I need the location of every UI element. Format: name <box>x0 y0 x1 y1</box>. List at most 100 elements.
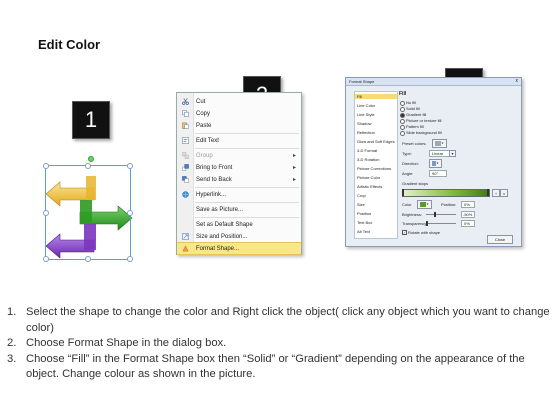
resize-handle[interactable] <box>85 163 91 169</box>
position-input[interactable]: 0% <box>461 201 475 208</box>
sidebar-item-alt-text[interactable]: Alt Text <box>357 229 370 234</box>
resize-handle[interactable] <box>127 210 133 216</box>
sidebar-item-shadow[interactable]: Shadow <box>357 121 371 126</box>
step-number: 3. <box>7 352 17 365</box>
menu-separator <box>195 148 299 149</box>
brightness-input[interactable]: -50% <box>461 211 475 218</box>
menu-item-set-default-shape[interactable]: Set as Default Shape <box>177 219 301 230</box>
radio-gradient-fill[interactable] <box>400 113 405 118</box>
menu-item-label: Hyperlink... <box>196 191 227 198</box>
type-value: Linear <box>432 151 444 156</box>
radio-label: Gradient fill <box>406 112 427 117</box>
selected-shape-group[interactable] <box>36 156 142 264</box>
send-to-back-icon <box>181 176 189 183</box>
rotate-label: Rotate with shape <box>408 230 441 235</box>
dialog-sidebar: Fill Line Color Line Style Shadow Reflec… <box>354 91 398 239</box>
angle-input[interactable]: 90° <box>429 170 447 177</box>
resize-handle[interactable] <box>127 163 133 169</box>
sidebar-item-glow[interactable]: Glow and Soft Edges <box>357 139 395 144</box>
menu-item-label: Paste <box>196 122 212 129</box>
menu-item-label: Edit Text <box>196 137 219 144</box>
menu-item-edit-text[interactable]: Edit Text <box>177 135 301 146</box>
radio-no-fill[interactable] <box>400 101 405 106</box>
resize-handle[interactable] <box>85 256 91 262</box>
paste-icon <box>181 122 189 129</box>
radio-slide-background-fill[interactable] <box>400 131 405 136</box>
menu-item-cut[interactable]: Cut <box>177 96 301 107</box>
menu-separator <box>195 202 299 203</box>
paint-bucket-icon <box>420 202 429 207</box>
rotation-handle[interactable] <box>88 156 94 162</box>
resize-handle[interactable] <box>43 163 49 169</box>
sidebar-item-text-box[interactable]: Text Box <box>357 220 372 225</box>
menu-item-save-as-picture[interactable]: Save as Picture... <box>177 204 301 215</box>
instruction-step: 1. Select the shape to change the color … <box>7 305 555 336</box>
menu-item-copy[interactable]: Copy <box>177 108 301 119</box>
radio-picture-fill[interactable] <box>400 119 405 124</box>
angle-value: 90° <box>432 171 439 176</box>
preset-colors-dropdown[interactable] <box>432 139 447 148</box>
menu-item-group[interactable]: Group ▸ <box>177 150 301 161</box>
submenu-arrow-icon: ▸ <box>292 153 296 159</box>
menu-item-send-to-back[interactable]: Send to Back ▸ <box>177 174 301 185</box>
close-icon[interactable]: x <box>516 78 519 84</box>
sidebar-item-line-color[interactable]: Line Color <box>357 103 375 108</box>
submenu-arrow-icon: ▸ <box>292 177 296 183</box>
submenu-arrow-icon: ▸ <box>292 165 296 171</box>
menu-item-label: Bring to Front <box>196 164 233 171</box>
radio-pattern-fill[interactable] <box>400 125 405 130</box>
brightness-slider-thumb[interactable] <box>434 212 436 217</box>
type-label: Type: <box>402 151 412 156</box>
sidebar-item-3d-rotation[interactable]: 3-D Rotation <box>357 157 379 162</box>
instruction-step: 2. Choose Format Shape in the dialog box… <box>7 336 555 352</box>
color-dropdown[interactable] <box>417 200 432 209</box>
menu-separator <box>195 217 299 218</box>
gradient-stops-bar[interactable] <box>402 189 490 197</box>
chevron-down-icon[interactable]: ▾ <box>449 150 456 157</box>
menu-item-label: Cut <box>196 98 206 105</box>
direction-dropdown[interactable] <box>429 159 442 168</box>
menu-item-bring-to-front[interactable]: Bring to Front ▸ <box>177 162 301 173</box>
radio-label: Picture or texture fill <box>406 118 442 123</box>
instruction-step: 3. Choose “Fill” in the Format Shape box… <box>7 352 555 383</box>
menu-separator <box>195 187 299 188</box>
sidebar-item-position[interactable]: Position <box>357 211 371 216</box>
transparency-value: 0% <box>464 221 470 226</box>
brightness-slider[interactable] <box>426 214 456 215</box>
close-button[interactable]: Close <box>487 235 513 244</box>
resize-handle[interactable] <box>127 256 133 262</box>
angle-label: Angle: <box>402 171 414 176</box>
sidebar-item-size[interactable]: Size <box>357 202 365 207</box>
direction-label: Direction: <box>402 161 419 166</box>
transparency-slider-thumb[interactable] <box>426 221 428 226</box>
gradient-stop-handle[interactable] <box>402 189 404 196</box>
dialog-titlebar[interactable]: Format Shape x <box>346 78 521 86</box>
sidebar-item-3d-format[interactable]: 3-D Format <box>357 148 377 153</box>
sidebar-item-picture-color[interactable]: Picture Color <box>357 175 380 180</box>
sidebar-item-line-style[interactable]: Line Style <box>357 112 375 117</box>
sidebar-item-fill[interactable]: Fill <box>355 94 397 99</box>
sidebar-item-artistic-effects[interactable]: Artistic Effects <box>357 184 382 189</box>
menu-item-size-and-position[interactable]: Size and Position... <box>177 231 301 242</box>
format-shape-icon <box>182 245 188 252</box>
instructions-list: 1. Select the shape to change the color … <box>7 305 555 383</box>
menu-separator <box>195 133 299 134</box>
sidebar-item-crop[interactable]: Crop <box>357 193 366 198</box>
remove-stop-button[interactable]: x <box>500 189 508 197</box>
transparency-slider[interactable] <box>426 223 456 224</box>
size-position-icon <box>181 233 189 240</box>
menu-item-hyperlink[interactable]: Hyperlink... <box>177 189 301 200</box>
transparency-input[interactable]: 0% <box>461 220 475 227</box>
rotate-checkbox[interactable]: ✓ <box>402 230 407 235</box>
add-stop-button[interactable]: + <box>492 189 500 197</box>
sidebar-item-reflection[interactable]: Reflection <box>357 130 375 135</box>
resize-handle[interactable] <box>43 256 49 262</box>
radio-solid-fill[interactable] <box>400 107 405 112</box>
radio-label: Pattern fill <box>406 124 424 129</box>
menu-item-paste[interactable]: Paste <box>177 120 301 131</box>
sidebar-item-picture-corrections[interactable]: Picture Corrections <box>357 166 391 171</box>
resize-handle[interactable] <box>43 210 49 216</box>
step-text: Choose Format Shape in the dialog box. <box>26 337 227 349</box>
menu-item-format-shape[interactable]: Format Shape... <box>177 242 301 255</box>
gradient-stop-handle[interactable] <box>487 189 489 196</box>
